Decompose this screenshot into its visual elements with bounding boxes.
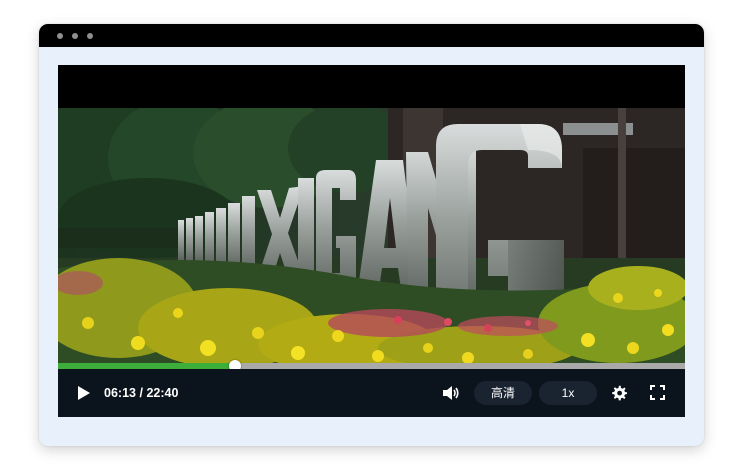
play-icon[interactable] bbox=[77, 385, 91, 401]
video-frame[interactable] bbox=[58, 108, 685, 364]
gear-icon[interactable] bbox=[611, 385, 627, 401]
time-separator: / bbox=[139, 386, 143, 400]
window-dot-icon bbox=[72, 33, 78, 39]
time-current: 06:13 bbox=[104, 386, 136, 400]
volume-icon[interactable] bbox=[442, 384, 460, 402]
video-scene bbox=[58, 108, 685, 364]
player-controls: 06:13 / 22:40 高清 1x bbox=[58, 369, 685, 417]
time-display: 06:13 / 22:40 bbox=[104, 385, 178, 401]
window-dot-icon bbox=[87, 33, 93, 39]
quality-button[interactable]: 高清 bbox=[474, 381, 532, 405]
browser-window: 06:13 / 22:40 高清 1x bbox=[39, 24, 704, 446]
window-titlebar bbox=[39, 24, 704, 47]
window-dot-icon bbox=[57, 33, 63, 39]
speed-button[interactable]: 1x bbox=[539, 381, 597, 405]
fullscreen-icon[interactable] bbox=[650, 385, 665, 400]
time-total: 22:40 bbox=[146, 386, 179, 400]
video-player[interactable]: 06:13 / 22:40 高清 1x bbox=[58, 65, 685, 417]
